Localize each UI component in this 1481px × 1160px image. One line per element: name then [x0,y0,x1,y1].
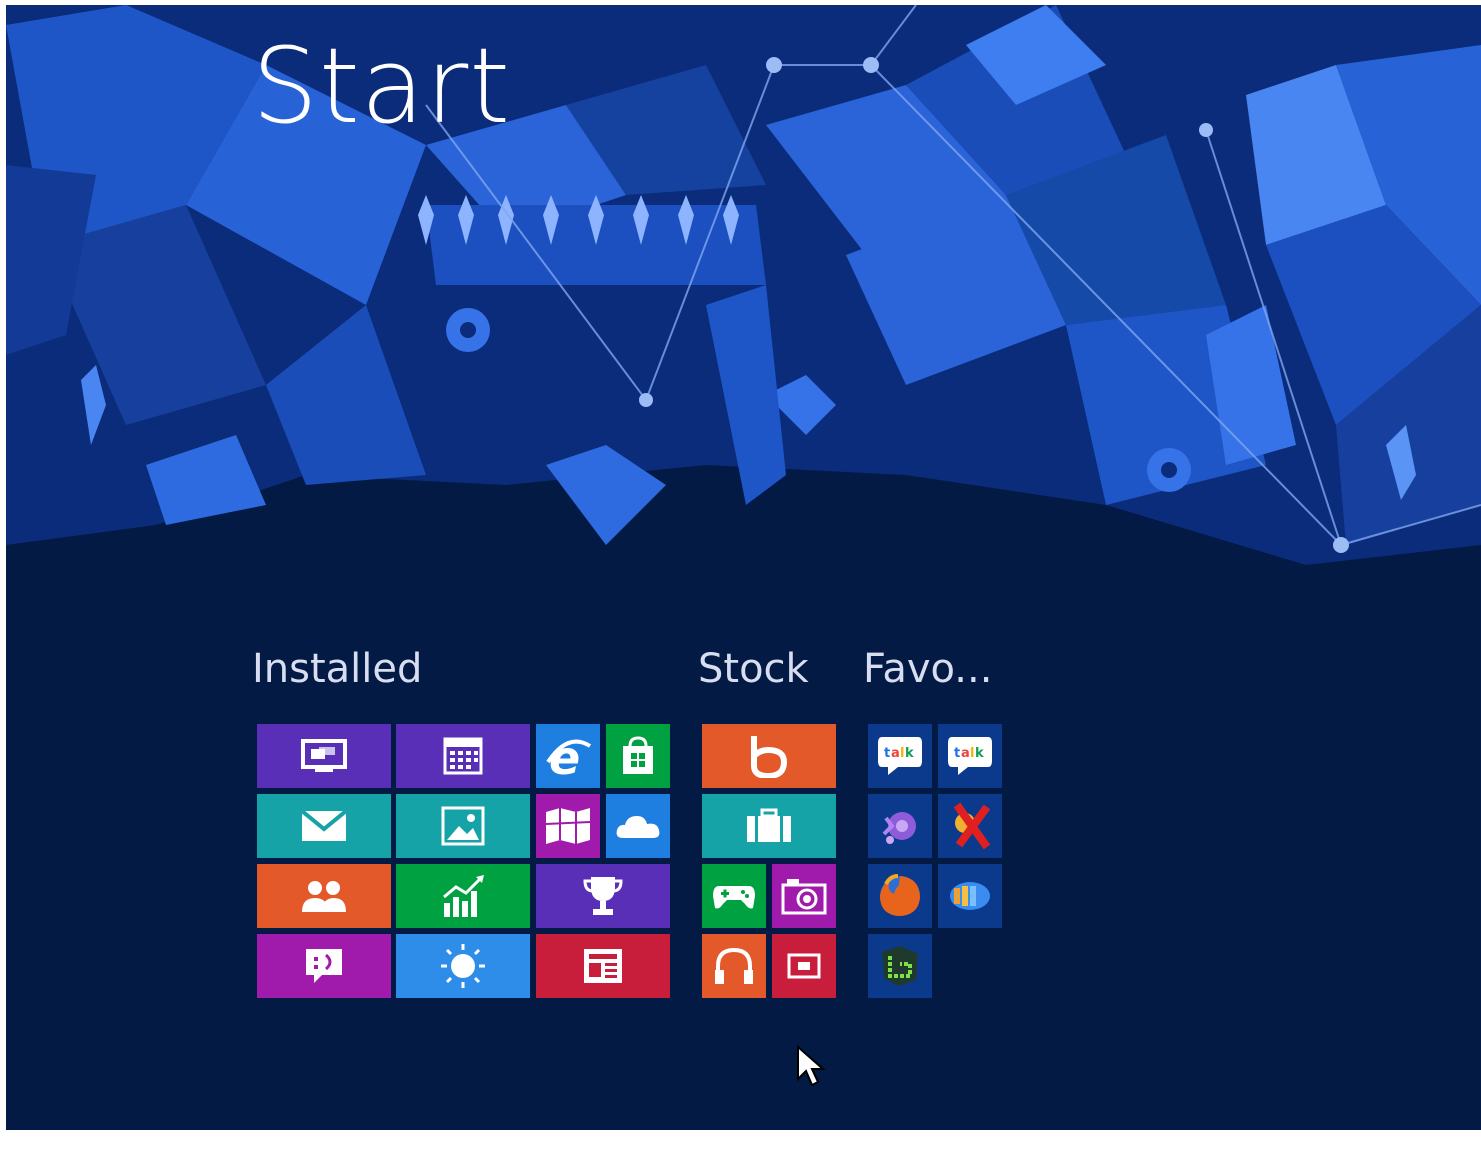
camera-icon [781,877,827,915]
video-icon [787,953,821,979]
maps-icon [544,806,592,846]
firefox-icon [876,872,924,920]
tile-games[interactable] [702,864,766,928]
mail-icon [302,811,346,841]
page-title: Start [252,25,512,147]
tile-people[interactable] [257,864,391,928]
purple-app-icon [878,804,922,848]
news-icon [582,947,624,985]
tile-app-purple[interactable] [868,794,932,858]
tile-sports[interactable] [536,864,670,928]
svg-text:l: l [970,746,974,761]
tile-google-talk-1[interactable]: talk [868,724,932,788]
svg-text:t: t [954,746,960,761]
tile-calendar[interactable] [396,724,530,788]
bing-icon [746,734,792,778]
svg-text:a: a [961,746,970,761]
tile-video[interactable] [772,934,836,998]
svg-text:k: k [975,746,984,761]
tile-maps[interactable] [536,794,600,858]
svg-text:k: k [905,746,914,761]
tile-mail[interactable] [257,794,391,858]
tile-weather[interactable] [396,934,530,998]
tile-camera[interactable] [772,864,836,928]
tile-store[interactable] [606,724,670,788]
tile-google-talk-2[interactable]: talk [938,724,1002,788]
red-x-app-icon [947,801,993,851]
people-icon [300,878,348,914]
tile-music[interactable] [702,934,766,998]
ie-icon: e [544,732,592,780]
svg-text:l: l [900,746,904,761]
start-screen: Start Installed Stock Favo... e t a l k … [6,5,1481,1130]
photos-icon [441,806,485,846]
desktop-icon [301,739,347,773]
tile-messaging[interactable] [257,934,391,998]
green-app-icon [878,944,922,988]
svg-text:t: t [884,746,890,761]
talk-icon: talk [878,735,922,777]
suitcase-icon [745,808,793,844]
mouse-pointer-icon [797,1045,826,1087]
group-title-stock[interactable]: Stock [698,645,809,693]
tile-news[interactable] [536,934,670,998]
tile-finance[interactable] [396,864,530,928]
gamepad-icon [713,882,755,910]
background-art [6,5,1481,565]
tile-app-red-x[interactable] [938,794,1002,858]
tile-skydrive[interactable] [606,794,670,858]
group-title-installed[interactable]: Installed [252,645,422,693]
calendar-icon [443,737,483,775]
tile-bing[interactable] [702,724,836,788]
tile-photos[interactable] [396,794,530,858]
tile-app-orb[interactable] [938,864,1002,928]
svg-text:a: a [891,746,900,761]
orb-app-icon [948,880,992,912]
messaging-icon [304,947,344,985]
group-title-favorites[interactable]: Favo... [863,645,992,693]
sun-icon [440,943,486,989]
talk-icon: talk [948,735,992,777]
chart-icon [440,875,486,917]
tile-firefox[interactable] [868,864,932,928]
headphones-icon [713,946,755,986]
tile-desktop[interactable] [257,724,391,788]
cloud-icon [615,812,661,840]
store-icon [620,736,656,776]
tile-app-green[interactable] [868,934,932,998]
tile-travel[interactable] [702,794,836,858]
trophy-icon [583,875,623,917]
tile-internet-explorer[interactable]: e [536,724,600,788]
